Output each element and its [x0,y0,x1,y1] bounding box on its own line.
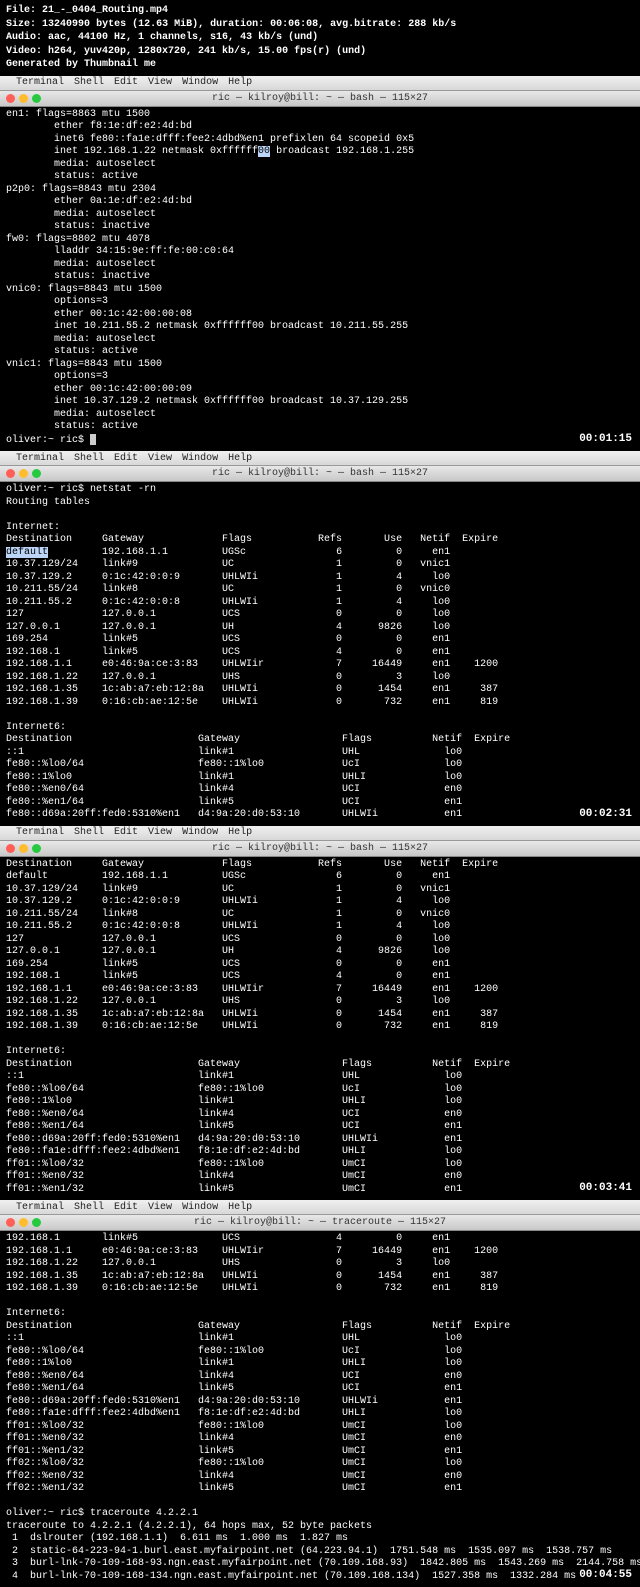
menu-edit[interactable]: Edit [114,77,138,88]
size-bytes: 13240990 [42,19,90,30]
file-label: File: [6,5,36,16]
size-label: Size: [6,19,36,30]
timestamp: 00:02:31 [579,808,632,822]
file-value: 21_-_0404_Routing.mp4 [42,5,168,16]
window-title: ric — kilroy@bill: ~ — bash — 115×27 [0,93,640,104]
window-titlebar[interactable]: ric — kilroy@bill: ~ — bash — 115×27 [0,466,640,482]
mac-menubar: Terminal Shell Edit View Window Help [0,76,640,91]
timestamp: 00:01:15 [579,433,632,447]
menu-window[interactable]: Window [182,77,218,88]
terminal-pane-4[interactable]: 192.168.1 link#5 UCS 4 0 en1 192.168.1.1… [0,1231,640,1587]
generated-by: Generated by Thumbnail me [6,58,634,72]
window-titlebar[interactable]: ric — kilroy@bill: ~ — bash — 115×27 [0,841,640,857]
mac-menubar: TerminalShellEditViewWindowHelp [0,451,640,466]
video-label: Video: [6,46,42,57]
terminal-pane-3[interactable]: Destination Gateway Flags Refs Use Netif… [0,857,640,1201]
window-titlebar[interactable]: ric — kilroy@bill: ~ — bash — 115×27 [0,91,640,107]
timestamp: 00:03:41 [579,1182,632,1196]
menu-view[interactable]: View [148,77,172,88]
terminal-pane-2[interactable]: oliver:~ ric$ netstat -rn Routing tables… [0,482,640,826]
media-info-header: File: 21_-_0404_Routing.mp4 Size: 132409… [0,0,640,76]
window-titlebar[interactable]: ric — kilroy@bill: ~ — traceroute — 115×… [0,1215,640,1231]
menu-shell[interactable]: Shell [74,77,104,88]
terminal-pane-1[interactable]: en1: flags=8863 mtu 1500 ether f8:1e:df:… [0,107,640,452]
menu-help[interactable]: Help [228,77,252,88]
audio-label: Audio: [6,32,42,43]
mac-menubar: TerminalShellEditViewWindowHelp [0,826,640,841]
mac-menubar: TerminalShellEditViewWindowHelp [0,1200,640,1215]
menu-terminal[interactable]: Terminal [16,77,64,88]
timestamp: 00:04:55 [579,1569,632,1583]
